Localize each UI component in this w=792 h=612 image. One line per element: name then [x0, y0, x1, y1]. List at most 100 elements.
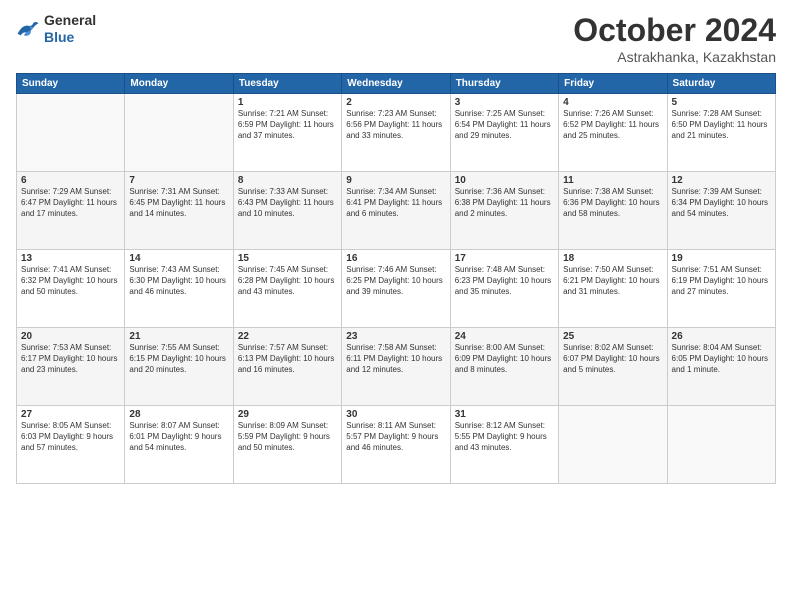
- day-number: 1: [238, 97, 337, 108]
- calendar-cell: 17Sunrise: 7:48 AM Sunset: 6:23 PM Dayli…: [450, 250, 558, 328]
- day-detail: Sunrise: 7:50 AM Sunset: 6:21 PM Dayligh…: [563, 265, 662, 297]
- day-detail: Sunrise: 7:58 AM Sunset: 6:11 PM Dayligh…: [346, 343, 445, 375]
- day-detail: Sunrise: 8:09 AM Sunset: 5:59 PM Dayligh…: [238, 421, 337, 453]
- day-number: 16: [346, 253, 445, 264]
- col-header-sunday: Sunday: [17, 74, 125, 94]
- day-detail: Sunrise: 8:07 AM Sunset: 6:01 PM Dayligh…: [129, 421, 228, 453]
- calendar-cell: 25Sunrise: 8:02 AM Sunset: 6:07 PM Dayli…: [559, 328, 667, 406]
- calendar-cell: 18Sunrise: 7:50 AM Sunset: 6:21 PM Dayli…: [559, 250, 667, 328]
- day-detail: Sunrise: 7:25 AM Sunset: 6:54 PM Dayligh…: [455, 109, 554, 141]
- day-detail: Sunrise: 8:11 AM Sunset: 5:57 PM Dayligh…: [346, 421, 445, 453]
- week-row-3: 13Sunrise: 7:41 AM Sunset: 6:32 PM Dayli…: [17, 250, 776, 328]
- day-detail: Sunrise: 7:46 AM Sunset: 6:25 PM Dayligh…: [346, 265, 445, 297]
- day-number: 7: [129, 175, 228, 186]
- logo-text: General Blue: [44, 12, 96, 46]
- calendar-cell: 9Sunrise: 7:34 AM Sunset: 6:41 PM Daylig…: [342, 172, 450, 250]
- col-header-saturday: Saturday: [667, 74, 775, 94]
- day-detail: Sunrise: 7:36 AM Sunset: 6:38 PM Dayligh…: [455, 187, 554, 219]
- calendar-cell: 1Sunrise: 7:21 AM Sunset: 6:59 PM Daylig…: [233, 94, 341, 172]
- calendar-cell: 10Sunrise: 7:36 AM Sunset: 6:38 PM Dayli…: [450, 172, 558, 250]
- day-detail: Sunrise: 7:29 AM Sunset: 6:47 PM Dayligh…: [21, 187, 120, 219]
- week-row-2: 6Sunrise: 7:29 AM Sunset: 6:47 PM Daylig…: [17, 172, 776, 250]
- col-header-tuesday: Tuesday: [233, 74, 341, 94]
- logo: General Blue: [16, 12, 96, 46]
- day-detail: Sunrise: 7:43 AM Sunset: 6:30 PM Dayligh…: [129, 265, 228, 297]
- calendar-cell: 6Sunrise: 7:29 AM Sunset: 6:47 PM Daylig…: [17, 172, 125, 250]
- calendar-cell: 22Sunrise: 7:57 AM Sunset: 6:13 PM Dayli…: [233, 328, 341, 406]
- day-number: 25: [563, 331, 662, 342]
- day-number: 31: [455, 409, 554, 420]
- col-header-friday: Friday: [559, 74, 667, 94]
- day-detail: Sunrise: 7:45 AM Sunset: 6:28 PM Dayligh…: [238, 265, 337, 297]
- day-number: 18: [563, 253, 662, 264]
- calendar-cell: 28Sunrise: 8:07 AM Sunset: 6:01 PM Dayli…: [125, 406, 233, 484]
- calendar-cell: 26Sunrise: 8:04 AM Sunset: 6:05 PM Dayli…: [667, 328, 775, 406]
- calendar-cell: 2Sunrise: 7:23 AM Sunset: 6:56 PM Daylig…: [342, 94, 450, 172]
- calendar-cell: 20Sunrise: 7:53 AM Sunset: 6:17 PM Dayli…: [17, 328, 125, 406]
- day-detail: Sunrise: 7:53 AM Sunset: 6:17 PM Dayligh…: [21, 343, 120, 375]
- day-detail: Sunrise: 8:04 AM Sunset: 6:05 PM Dayligh…: [672, 343, 771, 375]
- calendar-cell: [125, 94, 233, 172]
- calendar-cell: 11Sunrise: 7:38 AM Sunset: 6:36 PM Dayli…: [559, 172, 667, 250]
- week-row-4: 20Sunrise: 7:53 AM Sunset: 6:17 PM Dayli…: [17, 328, 776, 406]
- day-number: 24: [455, 331, 554, 342]
- day-detail: Sunrise: 7:38 AM Sunset: 6:36 PM Dayligh…: [563, 187, 662, 219]
- calendar-cell: 19Sunrise: 7:51 AM Sunset: 6:19 PM Dayli…: [667, 250, 775, 328]
- calendar-cell: 24Sunrise: 8:00 AM Sunset: 6:09 PM Dayli…: [450, 328, 558, 406]
- calendar-cell: 30Sunrise: 8:11 AM Sunset: 5:57 PM Dayli…: [342, 406, 450, 484]
- day-number: 8: [238, 175, 337, 186]
- day-detail: Sunrise: 8:00 AM Sunset: 6:09 PM Dayligh…: [455, 343, 554, 375]
- week-row-1: 1Sunrise: 7:21 AM Sunset: 6:59 PM Daylig…: [17, 94, 776, 172]
- calendar-cell: 5Sunrise: 7:28 AM Sunset: 6:50 PM Daylig…: [667, 94, 775, 172]
- calendar: SundayMondayTuesdayWednesdayThursdayFrid…: [16, 73, 776, 484]
- calendar-cell: 16Sunrise: 7:46 AM Sunset: 6:25 PM Dayli…: [342, 250, 450, 328]
- day-detail: Sunrise: 7:48 AM Sunset: 6:23 PM Dayligh…: [455, 265, 554, 297]
- calendar-cell: 4Sunrise: 7:26 AM Sunset: 6:52 PM Daylig…: [559, 94, 667, 172]
- calendar-cell: 13Sunrise: 7:41 AM Sunset: 6:32 PM Dayli…: [17, 250, 125, 328]
- day-detail: Sunrise: 7:41 AM Sunset: 6:32 PM Dayligh…: [21, 265, 120, 297]
- day-number: 6: [21, 175, 120, 186]
- logo-bird-icon: [16, 19, 40, 39]
- day-number: 12: [672, 175, 771, 186]
- week-row-5: 27Sunrise: 8:05 AM Sunset: 6:03 PM Dayli…: [17, 406, 776, 484]
- day-detail: Sunrise: 7:34 AM Sunset: 6:41 PM Dayligh…: [346, 187, 445, 219]
- day-detail: Sunrise: 7:33 AM Sunset: 6:43 PM Dayligh…: [238, 187, 337, 219]
- day-number: 10: [455, 175, 554, 186]
- day-number: 21: [129, 331, 228, 342]
- day-number: 30: [346, 409, 445, 420]
- day-number: 3: [455, 97, 554, 108]
- calendar-cell: 3Sunrise: 7:25 AM Sunset: 6:54 PM Daylig…: [450, 94, 558, 172]
- day-number: 11: [563, 175, 662, 186]
- logo-blue: Blue: [44, 29, 74, 45]
- day-detail: Sunrise: 8:12 AM Sunset: 5:55 PM Dayligh…: [455, 421, 554, 453]
- col-header-wednesday: Wednesday: [342, 74, 450, 94]
- day-number: 23: [346, 331, 445, 342]
- calendar-cell: [667, 406, 775, 484]
- day-number: 15: [238, 253, 337, 264]
- day-number: 13: [21, 253, 120, 264]
- day-detail: Sunrise: 8:05 AM Sunset: 6:03 PM Dayligh…: [21, 421, 120, 453]
- day-number: 22: [238, 331, 337, 342]
- calendar-cell: [559, 406, 667, 484]
- month-title: October 2024: [573, 12, 776, 49]
- day-number: 27: [21, 409, 120, 420]
- logo-general: General: [44, 12, 96, 28]
- day-number: 4: [563, 97, 662, 108]
- calendar-cell: 14Sunrise: 7:43 AM Sunset: 6:30 PM Dayli…: [125, 250, 233, 328]
- day-number: 17: [455, 253, 554, 264]
- page: General Blue October 2024 Astrakhanka, K…: [0, 0, 792, 612]
- calendar-cell: 29Sunrise: 8:09 AM Sunset: 5:59 PM Dayli…: [233, 406, 341, 484]
- calendar-cell: 12Sunrise: 7:39 AM Sunset: 6:34 PM Dayli…: [667, 172, 775, 250]
- calendar-cell: 23Sunrise: 7:58 AM Sunset: 6:11 PM Dayli…: [342, 328, 450, 406]
- calendar-cell: 21Sunrise: 7:55 AM Sunset: 6:15 PM Dayli…: [125, 328, 233, 406]
- col-header-thursday: Thursday: [450, 74, 558, 94]
- day-number: 20: [21, 331, 120, 342]
- day-detail: Sunrise: 7:57 AM Sunset: 6:13 PM Dayligh…: [238, 343, 337, 375]
- day-number: 9: [346, 175, 445, 186]
- calendar-cell: 15Sunrise: 7:45 AM Sunset: 6:28 PM Dayli…: [233, 250, 341, 328]
- day-detail: Sunrise: 7:21 AM Sunset: 6:59 PM Dayligh…: [238, 109, 337, 141]
- day-number: 14: [129, 253, 228, 264]
- day-number: 2: [346, 97, 445, 108]
- title-area: October 2024 Astrakhanka, Kazakhstan: [573, 12, 776, 65]
- calendar-cell: 27Sunrise: 8:05 AM Sunset: 6:03 PM Dayli…: [17, 406, 125, 484]
